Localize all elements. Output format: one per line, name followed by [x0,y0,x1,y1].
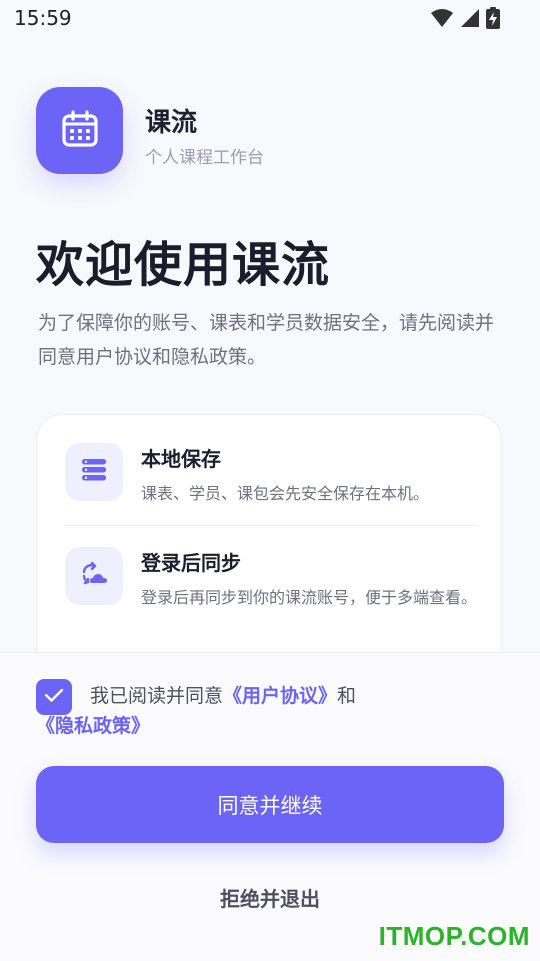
status-icons [430,7,500,33]
welcome-title: 欢迎使用课流 [36,237,331,293]
checkmark-icon [44,687,64,707]
bottom-panel: 我已阅读并同意《用户协议》和 《隐私政策》 同意并继续 拒绝并退出 [0,652,540,961]
storage-stack-icon [81,458,107,486]
agreement-connector: 和 [337,685,357,707]
app-name: 课流 [145,108,198,138]
agree-checkbox[interactable] [36,679,72,715]
app-logo [36,87,123,174]
agree-continue-button[interactable]: 同意并继续 [36,766,504,843]
calendar-icon [61,109,99,152]
intro-text: 为了保障你的账号、课表和学员数据安全，请先阅读并同意用户协议和隐私政策。 [38,312,495,368]
cloud-sync-icon [80,561,108,591]
privacy-policy-link[interactable]: 《隐私政策》 [36,711,150,741]
status-time: 15:59 [14,6,72,30]
battery-charging-icon [486,7,500,33]
feature-desc: 课表、学员、课包会先安全保存在本机。 [141,484,430,503]
wifi-icon [430,8,454,32]
user-agreement-link[interactable]: 《用户协议》 [223,685,337,707]
status-bar: 15:59 [0,0,540,36]
app-tagline: 个人课程工作台 [145,148,264,168]
feature-icon-box [65,443,123,501]
reject-exit-button[interactable]: 拒绝并退出 [170,875,370,919]
cellular-signal-icon [460,8,480,32]
feature-title: 登录后同步 [141,551,241,575]
agreement-prefix: 我已阅读并同意 [90,685,224,707]
feature-divider [65,525,477,526]
agreement-text: 我已阅读并同意《用户协议》和 [90,681,490,711]
feature-icon-box [65,547,123,605]
watermark-logo: ITMOP.COM [378,921,530,951]
feature-title: 本地保存 [141,447,221,471]
feature-desc: 登录后再同步到你的课流账号，便于多端查看。 [141,588,478,607]
